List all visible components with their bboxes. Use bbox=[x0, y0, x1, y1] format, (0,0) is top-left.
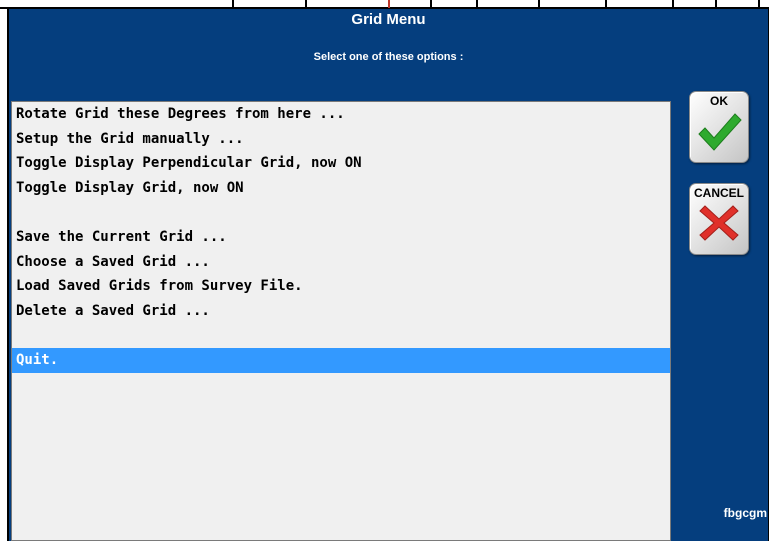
cancel-label: CANCEL bbox=[694, 186, 744, 200]
divider bbox=[672, 0, 674, 8]
cancel-button[interactable]: CANCEL bbox=[689, 183, 749, 255]
list-item-load-saved-grids[interactable]: Load Saved Grids from Survey File. bbox=[12, 274, 670, 299]
divider bbox=[388, 0, 390, 8]
dialog-title: Grid Menu bbox=[351, 11, 426, 28]
list-item-quit[interactable]: Quit. bbox=[12, 347, 670, 373]
divider bbox=[476, 0, 478, 8]
divider bbox=[538, 0, 540, 8]
ok-button[interactable]: OK bbox=[689, 91, 749, 163]
list-item-choose-saved-grid[interactable]: Choose a Saved Grid ... bbox=[12, 250, 670, 275]
list-item-save-grid[interactable]: Save the Current Grid ... bbox=[12, 225, 670, 250]
options-list[interactable]: Rotate Grid these Degrees from here ... … bbox=[11, 101, 671, 541]
list-item-blank bbox=[12, 323, 670, 348]
divider bbox=[232, 0, 234, 8]
divider bbox=[605, 0, 607, 8]
divider bbox=[758, 0, 760, 8]
x-icon bbox=[699, 205, 739, 241]
dialog-subtitle: Select one of these options : bbox=[313, 51, 464, 63]
list-item-blank bbox=[12, 200, 670, 225]
screen-code: fbgcgm bbox=[723, 506, 767, 520]
divider bbox=[305, 0, 307, 8]
list-item-toggle-perpendicular-grid[interactable]: Toggle Display Perpendicular Grid, now O… bbox=[12, 151, 670, 176]
list-item-setup-grid[interactable]: Setup the Grid manually ... bbox=[12, 127, 670, 152]
ok-label: OK bbox=[710, 94, 728, 108]
divider bbox=[430, 0, 432, 8]
list-item-delete-saved-grid[interactable]: Delete a Saved Grid ... bbox=[12, 299, 670, 324]
list-item-toggle-display-grid[interactable]: Toggle Display Grid, now ON bbox=[12, 176, 670, 201]
background-window-edge bbox=[0, 0, 769, 9]
checkmark-icon bbox=[698, 113, 742, 151]
list-item-rotate-grid[interactable]: Rotate Grid these Degrees from here ... bbox=[12, 102, 670, 127]
divider bbox=[715, 0, 717, 8]
grid-menu-dialog: Grid Menu Select one of these options : … bbox=[7, 9, 769, 541]
